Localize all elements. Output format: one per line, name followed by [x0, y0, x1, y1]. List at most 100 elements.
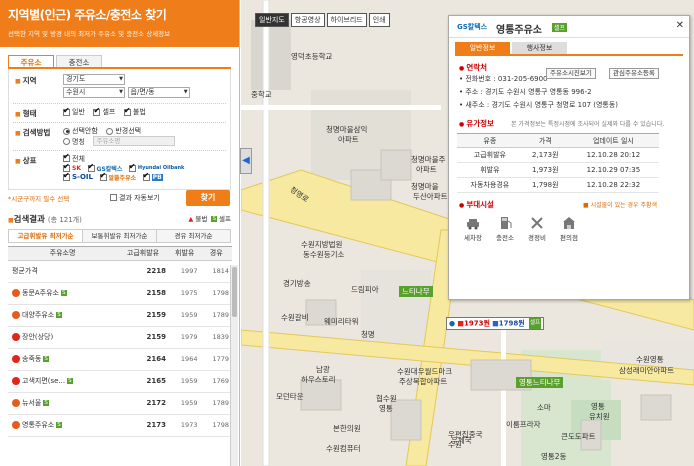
diesel-price: 1798	[200, 282, 232, 305]
station-marker[interactable]: ● ■1973원 ■1798원 셀프	[446, 317, 545, 330]
station-name-text: 송죽동	[22, 355, 42, 363]
results-scrollbar[interactable]	[230, 265, 238, 466]
map-label: 우편집중국	[448, 430, 483, 439]
brand-label: 상표	[13, 154, 63, 166]
table-row[interactable]: 장안(상당) 2159 1979 1839	[8, 326, 232, 349]
panel-subtitle: 선택한 지역 및 방경 내의 최저가 주유소 및 충전소 상세정보	[8, 30, 171, 38]
sido-select[interactable]: 경기도	[63, 74, 125, 85]
station-name[interactable]: 대양주유소 S	[8, 304, 118, 327]
method-none-radio[interactable]	[63, 127, 70, 135]
type-normal-checkbox[interactable]	[63, 106, 70, 116]
table-row[interactable]: 대양주유소 S 2159 1959 1789	[8, 304, 232, 327]
map-label: 모던타운	[276, 392, 304, 401]
map-label: 청명마을삼익	[326, 125, 368, 134]
col-diesel: 경유	[200, 245, 232, 261]
table-row[interactable]: 영통주유소 S 2173 1973 1798	[8, 414, 232, 437]
brand-icon	[12, 333, 20, 341]
method-name-label: 명칭	[72, 137, 85, 146]
method-name-radio[interactable]	[63, 138, 70, 145]
premium-price: 2165	[117, 370, 169, 393]
popup-tab-event[interactable]: 행사정보	[512, 42, 567, 54]
brand-soil-checkbox[interactable]	[63, 171, 70, 181]
method-radius-radio[interactable]	[106, 127, 114, 135]
brand-altteul-checkbox[interactable]	[99, 171, 107, 181]
tab-gas-station[interactable]: 주유소	[8, 55, 54, 67]
type-self-checkbox[interactable]	[93, 106, 101, 116]
store-icon	[563, 217, 575, 229]
station-name-text: 동문A주유소	[22, 289, 59, 297]
map-print-button[interactable]: 인쇄	[368, 13, 390, 27]
favorite-station-button[interactable]: 관심주유소등록	[609, 68, 659, 79]
marker-self-badge: 셀프	[528, 318, 542, 329]
station-name: 평균가격	[8, 260, 118, 283]
close-icon[interactable]: ✕	[676, 20, 684, 31]
tab-charging-station[interactable]: 충전소	[56, 55, 102, 67]
price-table: 유종 가격 업데이트 일시 고급휘발유 2,173원 12.10.28 20:12 …	[457, 133, 659, 193]
diesel-price: 1789	[200, 304, 232, 327]
diesel-price: 1789	[200, 392, 232, 415]
sort-diesel-tab[interactable]: 경유 최저가순	[157, 229, 230, 242]
brand-icon	[12, 311, 20, 319]
station-name[interactable]: 동문A주유소 S	[8, 282, 118, 305]
station-name[interactable]: 장안(상당)	[8, 326, 118, 349]
map-label: 경기방송	[283, 279, 311, 288]
map-tree-label: 영통느티나무	[516, 377, 564, 388]
brand-pb-checkbox[interactable]	[142, 171, 150, 181]
popup-tab-general[interactable]: 일반정보	[455, 42, 510, 54]
table-row[interactable]: 송죽동 S 2164 1964 1779	[8, 348, 232, 371]
table-row[interactable]: 고색지면(se... S 2165 1959 1769	[8, 370, 232, 393]
map-hybrid-button[interactable]: 하이브리드	[326, 13, 367, 27]
brand-gs-checkbox[interactable]	[87, 162, 95, 172]
station-name-input[interactable]: 주유소명	[93, 136, 176, 146]
dong-select[interactable]: 읍/면/동	[127, 87, 190, 98]
station-name[interactable]: 뉴서울 S	[8, 392, 118, 415]
map-label: 청명마을주	[411, 155, 446, 164]
map-label: 아파트	[338, 135, 359, 144]
station-name-text: 대양주유소	[22, 311, 55, 319]
map-label: 웨미리타워	[324, 317, 359, 326]
diesel-price: 1798	[200, 414, 232, 437]
map-label: 본한의원	[333, 424, 361, 433]
map-normal-button[interactable]: 일반지도	[255, 13, 289, 27]
region-label: 지역	[13, 74, 63, 86]
station-name-text: 고색지면(se...	[22, 377, 66, 385]
method-radius-label: 반경선택	[115, 127, 142, 135]
search-button[interactable]: 찾기	[186, 189, 230, 206]
required-note: *시군구까지 필수 선택	[8, 194, 70, 203]
map-aerial-button[interactable]: 항공영상	[290, 13, 325, 27]
facility-repair: 경정비	[521, 216, 553, 242]
gasoline-price: 1959	[168, 370, 201, 393]
map-label: 드림피아	[351, 285, 379, 294]
premium-price: 2172	[117, 392, 169, 415]
station-name[interactable]: 고색지면(se... S	[8, 370, 118, 393]
map-label: 아파트	[416, 165, 437, 174]
premium-price: 2164	[117, 348, 169, 371]
gasoline-price: 1959	[168, 392, 201, 415]
legend-illegal: 불법	[195, 214, 208, 223]
collapse-panel-button[interactable]: ◀	[240, 148, 252, 174]
station-name-text: 평균가격	[12, 267, 38, 275]
map-label: 수원갈비	[281, 313, 309, 322]
sk-logo-icon: SK	[72, 164, 81, 172]
map-label: 중학교	[251, 90, 272, 99]
gs-brand-logo: GS칼텍스	[457, 23, 488, 31]
sort-premium-tab[interactable]: 고급휘발유 최저가순	[9, 229, 83, 242]
station-name[interactable]: 영통주유소 S	[8, 414, 118, 437]
self-badge: S	[56, 312, 62, 318]
station-photo-button[interactable]: 주유소시진보기	[546, 68, 596, 79]
car-wash-icon	[467, 219, 479, 230]
col-name: 주유소명	[8, 245, 118, 261]
station-name[interactable]: 송죽동 S	[8, 348, 118, 371]
map-label: 이룸프라자	[506, 420, 541, 429]
sort-regular-tab[interactable]: 보통휘발유 최저가순	[83, 229, 157, 242]
brand-hyundai-checkbox[interactable]	[128, 162, 136, 172]
map-label: 소마	[537, 403, 551, 412]
method-label: 검색방법	[13, 126, 63, 138]
table-row[interactable]: 동문A주유소 S 2158 1975 1798	[8, 282, 232, 305]
sigungu-select[interactable]: 수원시	[63, 87, 125, 98]
marker-flag-icon: ■	[457, 319, 464, 328]
type-illegal-checkbox[interactable]	[123, 106, 131, 116]
brand-all-label: 전체	[72, 154, 85, 163]
table-row[interactable]: 뉴서울 S 2172 1959 1789	[8, 392, 232, 415]
auto-view-checkbox[interactable]	[110, 194, 117, 201]
